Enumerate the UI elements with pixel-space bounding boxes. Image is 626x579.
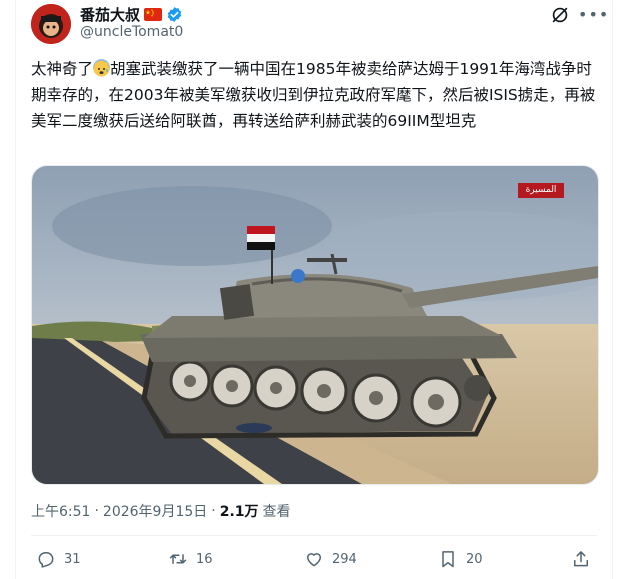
grok-icon[interactable] xyxy=(549,4,571,26)
reply-button[interactable]: 31 xyxy=(36,549,81,569)
tweet-time[interactable]: 上午6:51 xyxy=(31,501,90,521)
like-count: 294 xyxy=(332,551,357,567)
bookmark-icon xyxy=(442,551,454,568)
reply-count: 31 xyxy=(64,551,81,567)
retweet-icon xyxy=(169,554,187,564)
retweet-button[interactable]: 16 xyxy=(168,549,213,569)
tweet-text-part2: 胡塞武装缴获了一辆中国在1985年被卖给萨达姆于1991年海湾战争时期幸存的，在… xyxy=(31,60,596,130)
author-handle[interactable]: @uncleTomat0 xyxy=(80,24,183,40)
tank-photo[interactable]: المسيرة xyxy=(31,165,599,485)
tweet-text-part1: 太神奇了 xyxy=(31,60,94,78)
verified-badge-icon xyxy=(167,6,182,22)
avatar[interactable] xyxy=(31,4,71,44)
views-count: 2.1万 xyxy=(219,504,259,520)
tweet-meta: 上午6:51 · 2026年9月15日 · 2.1万 查看 xyxy=(31,501,291,521)
bookmark-count: 20 xyxy=(466,551,483,567)
divider xyxy=(31,535,597,536)
author-display-name[interactable]: 番茄大叔 xyxy=(80,4,140,25)
anxious-face-emoji-icon xyxy=(93,59,111,77)
author-name-row[interactable]: 番茄大叔 xyxy=(80,4,183,24)
reply-icon xyxy=(38,552,54,568)
share-icon xyxy=(574,551,588,567)
china-flag-icon xyxy=(144,7,163,21)
meta-separator-2: · xyxy=(211,503,216,519)
heart-icon xyxy=(307,553,321,567)
channel-watermark: المسيرة xyxy=(518,183,564,198)
share-button[interactable] xyxy=(571,549,591,569)
tweet-text: 太神奇了 胡塞武装缴获了一辆中国在1985年被卖给萨达姆于1991年海湾战争时期幸… xyxy=(31,56,596,134)
bookmark-button[interactable]: 20 xyxy=(438,549,483,569)
views-label: 查看 xyxy=(262,504,291,520)
tweet-date[interactable]: 2026年9月15日 xyxy=(103,501,207,521)
meta-separator: · xyxy=(94,503,99,519)
retweet-count: 16 xyxy=(196,551,213,567)
more-options-icon[interactable]: ••• xyxy=(578,7,609,23)
like-button[interactable]: 294 xyxy=(304,549,357,569)
